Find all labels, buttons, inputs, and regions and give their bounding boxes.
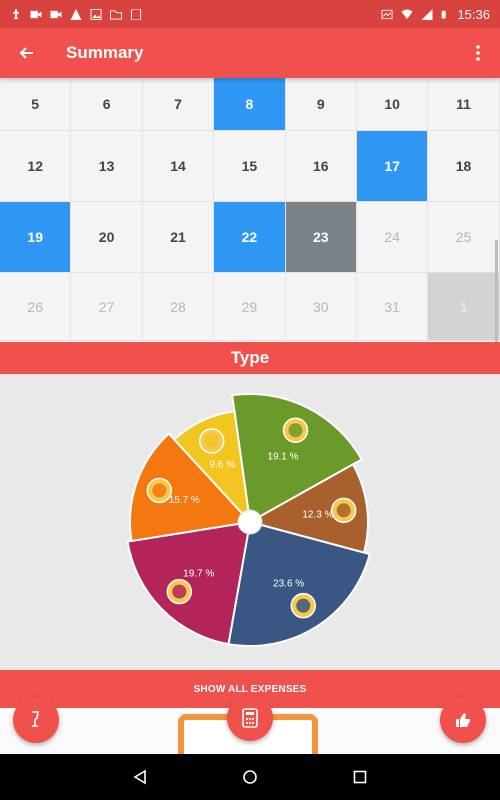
calendar-day-21[interactable]: 21	[143, 202, 215, 272]
calendar-day-9[interactable]: 9	[286, 78, 357, 130]
more-vert-icon	[476, 45, 480, 61]
calendar-week-row: 26 27 28 29 30 31 1	[0, 273, 500, 341]
calendar-day-17[interactable]: 17	[356, 131, 429, 201]
calendar-day-11[interactable]: 11	[428, 78, 500, 130]
calendar-grid: 5 6 7 8 9 10 11 12 13 14 15 16 17 18 19 20 21 22 23 24 25 26 2…	[0, 78, 500, 342]
calendar-day-15[interactable]: 15	[214, 131, 286, 201]
calendar-day-25[interactable]: 25	[428, 202, 500, 272]
video-icon	[30, 10, 42, 18]
calendar-day-30[interactable]: 30	[286, 273, 357, 340]
pie-slice-label: 19.1 %	[267, 451, 298, 462]
calendar-day-18[interactable]: 18	[428, 131, 500, 201]
calendar-day-26[interactable]: 26	[0, 273, 72, 340]
calendar-day-5[interactable]: 5	[0, 78, 72, 130]
app-bar: Summary	[0, 28, 500, 78]
page-title: Summary	[66, 43, 144, 62]
arrow-back-icon	[19, 47, 33, 59]
nav-recents-icon	[353, 770, 367, 784]
calendar-day-7[interactable]: 7	[143, 78, 215, 130]
cloud-icon	[330, 497, 357, 524]
calendar-day-1[interactable]: 1	[428, 273, 500, 340]
back-button[interactable]	[0, 28, 52, 78]
calculator-fab[interactable]	[227, 695, 273, 741]
calendar-week-row: 12 13 14 15 16 17 18	[0, 131, 500, 202]
status-bar: 15:36	[0, 0, 500, 28]
status-time: 15:36	[457, 6, 490, 22]
pie-slice-label: 15.7 %	[169, 495, 200, 506]
calendar-day-20[interactable]: 20	[71, 202, 143, 272]
car-icon	[166, 578, 193, 605]
wifi-icon	[401, 8, 413, 19]
money-bag-icon	[290, 592, 317, 619]
image-icon	[90, 8, 102, 20]
calendar-day-22[interactable]: 22	[214, 202, 286, 272]
pie-slice-label: 9.6 %	[209, 459, 235, 470]
calendar-day-27[interactable]: 27	[71, 273, 143, 340]
nav-recents-button[interactable]	[349, 766, 371, 788]
calendar-day-19[interactable]: 19	[0, 202, 72, 272]
pie-slice-label: 12.3 %	[302, 510, 333, 521]
folder-icon	[110, 9, 122, 20]
system-nav-bar	[0, 754, 500, 800]
type-section-header: Type	[0, 342, 500, 374]
pie-slice-label: 19.7 %	[183, 568, 214, 579]
nav-back-icon	[133, 769, 146, 785]
calendar-day-6[interactable]: 6	[71, 78, 143, 130]
cart-icon	[146, 477, 173, 504]
car-icon	[198, 428, 225, 454]
calendar-day-14[interactable]: 14	[143, 131, 215, 201]
calendar-day-24[interactable]: 24	[357, 202, 429, 272]
calendar-week-row: 5 6 7 8 9 10 11	[0, 78, 500, 131]
battery-icon	[442, 10, 447, 18]
sd-card-icon	[130, 8, 142, 20]
calendar-day-31[interactable]: 31	[357, 273, 429, 340]
app-screen: 15:36 Summary 5 6 7 8 9 10 11 12 13 14 15 16 17 18 19 2…	[0, 0, 500, 800]
status-right: 15:36	[381, 7, 490, 22]
calendar-day-10[interactable]: 10	[357, 78, 429, 130]
status-left	[10, 8, 142, 20]
usb-icon	[13, 8, 19, 19]
thumbs-up-icon	[456, 713, 470, 727]
calendar-day-13[interactable]: 13	[71, 131, 143, 201]
calendar-day-12[interactable]: 12	[0, 131, 72, 201]
calendar-day-8[interactable]: 8	[214, 78, 286, 130]
signal-icon	[421, 8, 433, 20]
pie-slice-label: 23.6 %	[273, 579, 304, 590]
calendar-day-28[interactable]: 28	[143, 273, 215, 340]
tag-icon	[282, 417, 309, 444]
nav-home-icon	[243, 770, 257, 784]
drinks-fab[interactable]	[13, 697, 59, 743]
nav-back-button[interactable]	[129, 766, 151, 788]
type-section-title: Type	[230, 348, 270, 367]
calendar-day-29[interactable]: 29	[214, 273, 286, 340]
wine-glass-icon	[32, 711, 39, 727]
show-all-expenses-label: SHOW ALL EXPENSES	[193, 683, 307, 695]
chart-area: 19.1 % 12.3 % 23.6 % 19.7 % 15.7 % 9.6 %	[0, 374, 500, 670]
pie-center-hole	[237, 509, 263, 535]
calendar-day-16[interactable]: 16	[286, 131, 357, 201]
expense-type-pie-chart: 19.1 % 12.3 % 23.6 % 19.7 % 15.7 % 9.6 %	[126, 393, 371, 647]
calculator-icon	[242, 708, 258, 728]
calendar-week-row: 19 20 21 22 23 24 25	[0, 202, 500, 273]
like-fab[interactable]	[440, 697, 486, 743]
overflow-menu-button[interactable]	[456, 28, 500, 78]
video-icon	[50, 10, 62, 18]
cast-icon	[381, 9, 393, 19]
warning-icon	[70, 8, 82, 20]
nav-home-button[interactable]	[239, 766, 261, 788]
calendar-day-23[interactable]: 23	[285, 202, 357, 272]
